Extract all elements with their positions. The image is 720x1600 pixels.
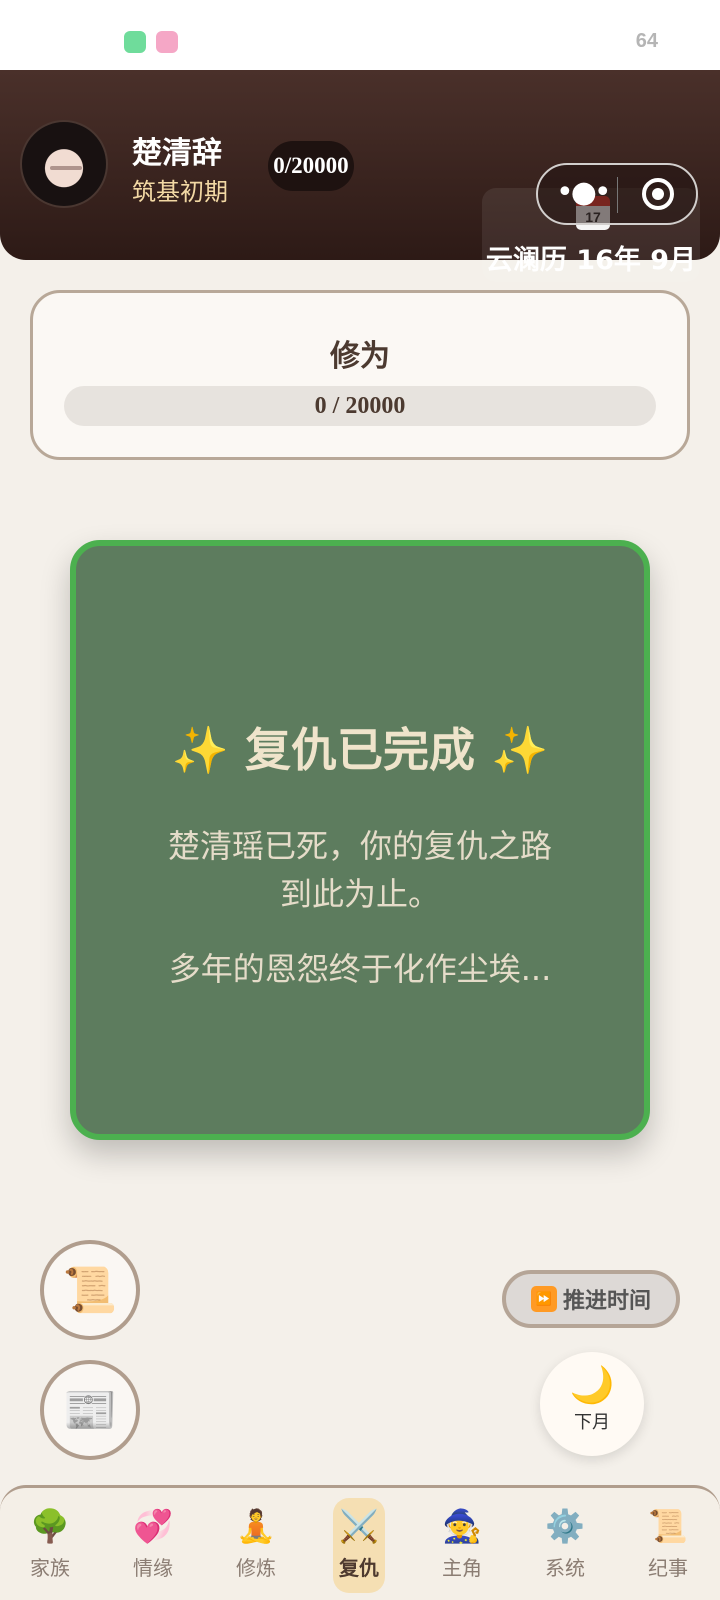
revenge-message: 楚清瑶已死，你的复仇之路到此为止。: [167, 827, 552, 913]
next-month-label: 下月: [574, 1412, 610, 1433]
status-bar: 64: [0, 0, 720, 70]
cultivation-progress-text: 0 / 20000: [314, 393, 406, 419]
hearts-icon: 💞: [133, 1507, 173, 1545]
cultivation-realm: 筑基初期: [132, 178, 228, 206]
nav-item-cultivate[interactable]: 🧘 修炼: [206, 1498, 306, 1593]
nav-label: 情缘: [133, 1556, 173, 1580]
more-icon[interactable]: •●•: [556, 175, 612, 210]
wechat-icon: [124, 31, 146, 53]
pink-app-icon: [156, 31, 178, 53]
avatar[interactable]: [20, 120, 108, 208]
newspaper-icon: 📰: [62, 1385, 118, 1436]
next-month-button[interactable]: 🌙 下月: [540, 1352, 644, 1456]
scroll-icon: 📜: [62, 1265, 118, 1316]
nav-label: 纪事: [648, 1556, 688, 1580]
cultivation-title: 修为: [330, 339, 390, 374]
bottom-nav: 🌳 家族 💞 情缘 🧘 修炼 ⚔️ 复仇 🧙 主角 ⚙️ 系统 📜 纪事: [0, 1485, 720, 1600]
character-name: 楚清辞: [132, 136, 222, 171]
tree-icon: 🌳: [30, 1507, 70, 1545]
cultivation-card: 修为 0 / 20000: [30, 290, 690, 460]
moon-icon: 🌙: [569, 1365, 615, 1406]
wizard-icon: 🧙: [442, 1507, 482, 1545]
nav-item-family[interactable]: 🌳 家族: [0, 1498, 100, 1593]
scroll-button[interactable]: 📜: [40, 1240, 140, 1340]
nav-label: 家族: [30, 1556, 70, 1580]
news-button[interactable]: 📰: [40, 1360, 140, 1460]
cultivation-progress-bar: 0 / 20000: [64, 386, 656, 426]
capsule-divider: [617, 177, 618, 213]
calendar-date: 云澜历 16年 9月: [485, 245, 697, 276]
crossed-swords-icon: ⚔️: [339, 1507, 379, 1545]
xp-badge: 0/20000: [268, 141, 354, 191]
advance-time-button[interactable]: ⏩ 推进时间: [502, 1270, 680, 1328]
nav-item-romance[interactable]: 💞 情缘: [103, 1498, 203, 1593]
nav-label: 系统: [545, 1556, 585, 1580]
revenge-subtext: 多年的恩怨终于化作尘埃...: [168, 950, 552, 988]
mini-program-capsule: •●•: [536, 163, 698, 225]
close-target-icon[interactable]: [642, 178, 674, 210]
nav-label: 主角: [442, 1556, 482, 1580]
nav-item-protagonist[interactable]: 🧙 主角: [412, 1498, 512, 1593]
gear-icon: ⚙️: [545, 1507, 585, 1545]
fast-forward-icon: ⏩: [530, 1286, 557, 1312]
revenge-complete-card: ✨ 复仇已完成 ✨ 楚清瑶已死，你的复仇之路到此为止。 多年的恩怨终于化作尘埃.…: [70, 540, 650, 1140]
nav-label: 复仇: [339, 1556, 379, 1580]
scroll-icon: 📜: [648, 1507, 688, 1545]
revenge-title: ✨ 复仇已完成 ✨: [171, 723, 549, 777]
nav-item-system[interactable]: ⚙️ 系统: [515, 1498, 615, 1593]
battery-level: 64: [635, 30, 658, 52]
nav-item-revenge[interactable]: ⚔️ 复仇: [309, 1498, 409, 1593]
header: 楚清辞 筑基初期 0/20000 17 云澜历 16年 9月 •●•: [0, 70, 720, 282]
nav-item-chronicle[interactable]: 📜 纪事: [618, 1498, 718, 1593]
nav-label: 修炼: [236, 1556, 276, 1580]
advance-time-label: 推进时间: [562, 1289, 651, 1314]
meditation-icon: 🧘: [236, 1507, 276, 1545]
